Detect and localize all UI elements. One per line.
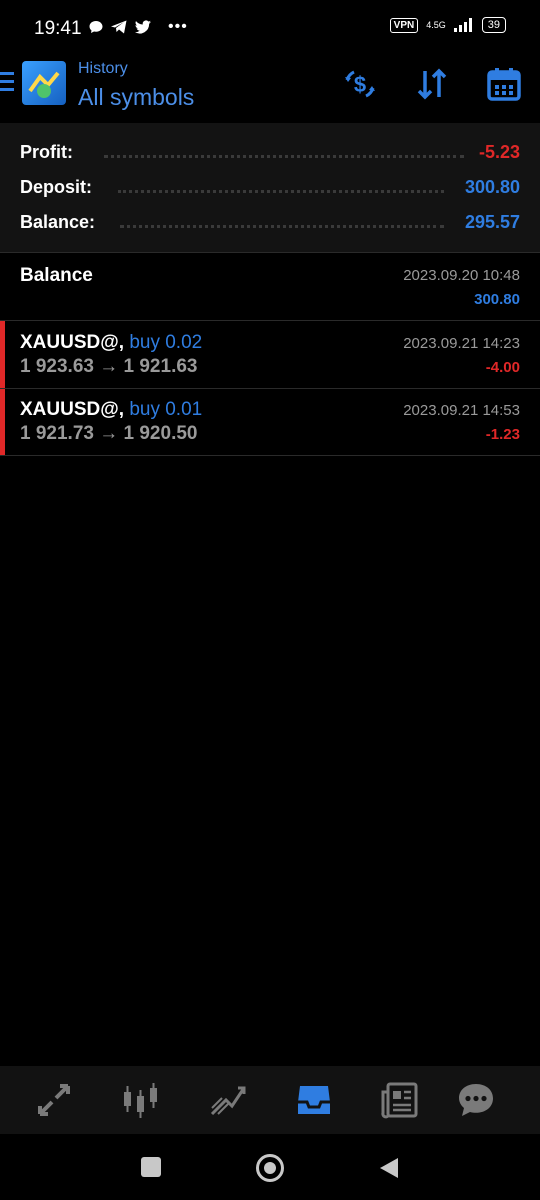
balance-value: 295.57	[464, 212, 520, 232]
news-icon[interactable]	[378, 1078, 422, 1122]
list-item[interactable]: XAUUSD@, buy 0.01 1 921.73 → 1 920.50 20…	[0, 389, 540, 456]
entry-value: 300.80	[474, 291, 520, 308]
history-icon[interactable]	[292, 1078, 336, 1122]
network-type: 4.5G	[426, 19, 446, 30]
chart-icon[interactable]	[118, 1078, 162, 1122]
chat-icon[interactable]	[454, 1078, 498, 1122]
trade-type: buy 0.01	[129, 399, 203, 420]
trade-icon[interactable]	[206, 1078, 250, 1122]
trade-type: buy 0.02	[129, 332, 203, 353]
trade-profit: -1.23	[485, 426, 520, 443]
profit-value: -5.23	[478, 142, 520, 162]
home-button[interactable]	[256, 1154, 284, 1182]
bottom-nav	[0, 1066, 540, 1134]
telegram-icon	[111, 20, 127, 34]
app-logo	[22, 61, 66, 105]
status-bar: 19:41 ••• VPN 4.5G 39	[0, 0, 540, 60]
deposit-value: 300.80	[464, 177, 520, 197]
chat-bubble-icon	[89, 21, 103, 33]
back-button[interactable]	[378, 1156, 400, 1185]
profit-label: Profit:	[20, 142, 73, 162]
trade-prices: 1 923.63 → 1 921.63	[20, 356, 198, 377]
vpn-badge: VPN	[389, 17, 419, 33]
system-indicators: VPN 4.5G 39	[389, 17, 506, 33]
battery-icon: 39	[481, 17, 506, 33]
deposit-leader	[118, 190, 444, 193]
balance-leader	[120, 225, 444, 228]
trade-time: 2023.09.21 14:23	[403, 335, 520, 352]
entry-time: 2023.09.20 10:48	[403, 267, 520, 284]
menu-icon[interactable]	[0, 72, 14, 94]
loss-indicator	[0, 321, 5, 388]
calendar-icon[interactable]	[484, 64, 524, 104]
trade-symbol: XAUUSD@,	[20, 399, 125, 420]
trade-symbol-line: XAUUSD@, buy 0.02	[20, 332, 202, 354]
header-title[interactable]: All symbols	[78, 84, 194, 111]
notification-icons: •••	[88, 18, 188, 36]
svg-text:$: $	[354, 72, 366, 97]
dollar-exchange-icon[interactable]: $	[340, 64, 380, 104]
quotes-icon[interactable]	[32, 1078, 76, 1122]
twitter-icon	[134, 20, 151, 34]
trade-symbol-line: XAUUSD@, buy 0.01	[20, 399, 202, 421]
list-item[interactable]: Balance 2023.09.20 10:48 300.80	[0, 253, 540, 321]
system-nav-bar	[0, 1134, 540, 1200]
trade-profit: -4.00	[485, 359, 520, 376]
recents-button[interactable]	[141, 1157, 161, 1177]
trade-time: 2023.09.21 14:53	[403, 402, 520, 419]
status-time: 19:41	[34, 18, 82, 39]
loss-indicator	[0, 389, 5, 455]
balance-label: Balance:	[20, 212, 96, 232]
trade-prices: 1 921.73 → 1 920.50	[20, 423, 198, 444]
summary-panel: Profit: -5.23 Deposit: 300.80 Balance: 2…	[0, 123, 540, 253]
more-notifications-icon: •••	[168, 18, 188, 35]
entry-title: Balance	[20, 265, 93, 286]
deposit-label: Deposit:	[20, 177, 92, 197]
list-item[interactable]: XAUUSD@, buy 0.02 1 923.63 → 1 921.63 20…	[0, 321, 540, 389]
header-subtitle: History	[78, 60, 128, 77]
profit-leader	[104, 155, 464, 158]
signal-icon	[453, 18, 472, 32]
sort-icon[interactable]	[412, 64, 452, 104]
trade-symbol: XAUUSD@,	[20, 332, 125, 353]
